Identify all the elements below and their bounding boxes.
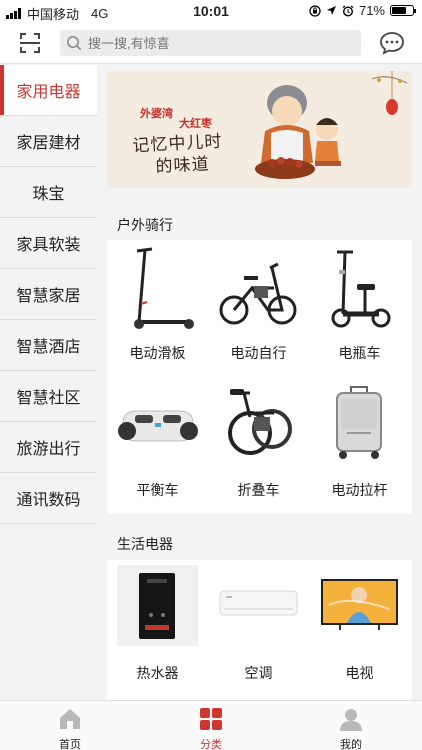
battery-percent: 71% [358,3,385,18]
product-label: 电动自行 [230,345,287,361]
product-ebike[interactable]: 电动自行 [208,240,309,377]
tv-icon [321,579,398,630]
outdoor-grid: 电动滑板 电动自行 电瓶车 平衡车 折叠车 电动拉杆 [107,240,412,514]
status-bar: 中国移动 4G 10:01 71% [0,0,422,22]
product-hoverboard[interactable]: 平衡车 [107,377,208,514]
product-water-heater[interactable]: 热水器 [107,560,208,700]
search-bar[interactable] [60,30,361,56]
sidebar-item-label: 智慧社区 [16,390,81,407]
sidebar-item-label: 智慧酒店 [16,339,81,356]
home-icon [60,709,80,729]
sidebar-item-furniture[interactable]: 家具软装 [0,218,97,269]
scan-button[interactable] [16,30,44,56]
product-label: 电动拉杆 [331,482,388,498]
battery-icon [390,5,416,16]
product-luggage[interactable]: 电动拉杆 [309,377,410,514]
banner-badge-sub: 大红枣 [179,118,212,130]
product-label: 平衡车 [136,482,179,498]
category-icon [200,708,222,730]
category-sidebar: 家用电器 家居建材 珠宝 家具软装 智慧家居 智慧酒店 智慧社区 旅游出行 通讯… [0,65,97,700]
tab-profile[interactable]: 我的 [301,701,401,750]
banner-badge: 外婆湾 [140,108,173,120]
tab-label: 分类 [200,739,222,750]
tab-home[interactable]: 首页 [20,701,120,750]
product-label: 空调 [244,665,273,681]
product-tv[interactable]: 电视 [309,560,410,700]
product-folding-bike[interactable]: 折叠车 [208,377,309,514]
alarm-icon [342,4,354,17]
search-header [0,22,422,64]
sidebar-item-label: 通讯数码 [16,492,81,509]
search-icon [67,36,82,51]
banner-line-2: 的味道 [155,154,211,178]
product-label: 电动滑板 [129,345,186,361]
sidebar-item-label: 家居建材 [16,135,81,152]
section-title-appliances: 生活电器 [117,536,173,552]
seated-scooter-icon [331,250,391,328]
tab-category[interactable]: 分类 [161,701,261,750]
sidebar-item-digital[interactable]: 通讯数码 [0,473,97,524]
status-right: 71% [309,3,416,18]
water-heater-icon [117,565,198,646]
message-icon [380,32,404,55]
sidebar-item-home-appliances[interactable]: 家用电器 [0,65,97,116]
tab-label: 首页 [59,739,81,750]
tab-label: 我的 [340,739,362,750]
sidebar-item-label: 旅游出行 [16,441,81,458]
hoverboard-icon [118,410,198,442]
product-scooter[interactable]: 电动滑板 [107,240,208,377]
category-content: 外婆湾 大红枣 记忆中儿时 的味道 户外骑行 电动滑板 电动自行 电瓶车 平衡车… [97,65,422,700]
sidebar-item-smart-home[interactable]: 智慧家居 [0,269,97,320]
product-label: 折叠车 [237,482,280,498]
product-label: 热水器 [136,665,179,681]
section-title-outdoor: 户外骑行 [117,217,173,233]
appliances-grid: 热水器 空调 电视 [107,560,412,700]
sidebar-item-building-materials[interactable]: 家居建材 [0,116,97,167]
sidebar-item-label: 智慧家居 [16,288,81,305]
ebike-icon [219,262,297,325]
air-conditioner-icon [219,590,298,616]
sidebar-item-smart-hotel[interactable]: 智慧酒店 [0,320,97,371]
product-label: 电视 [345,665,374,681]
scan-icon [20,33,40,53]
search-input[interactable] [88,35,328,51]
sidebar-item-label: 珠宝 [32,186,65,203]
screen-lock-icon [309,4,321,17]
location-icon [326,6,336,15]
scooter-icon [134,247,194,329]
message-button[interactable] [378,30,406,56]
product-seated-scooter[interactable]: 电瓶车 [309,240,410,377]
sidebar-item-jewelry[interactable]: 珠宝 [0,167,97,218]
banner-line-1: 记忆中儿时 [131,131,223,157]
product-air-conditioner[interactable]: 空调 [208,560,309,700]
profile-icon [340,709,362,731]
bottom-tab-bar: 首页 分类 我的 [0,700,422,750]
sidebar-item-smart-community[interactable]: 智慧社区 [0,371,97,422]
banner-headline: 记忆中儿时 的味道 [132,131,224,180]
product-label: 电瓶车 [338,345,381,361]
sidebar-item-label: 家用电器 [16,84,81,101]
promo-banner[interactable]: 外婆湾 大红枣 记忆中儿时 的味道 [107,71,412,188]
folding-bike-icon [228,389,292,455]
luggage-icon [336,386,382,459]
sidebar-item-label: 家具软装 [16,237,81,254]
sidebar-item-travel[interactable]: 旅游出行 [0,422,97,473]
